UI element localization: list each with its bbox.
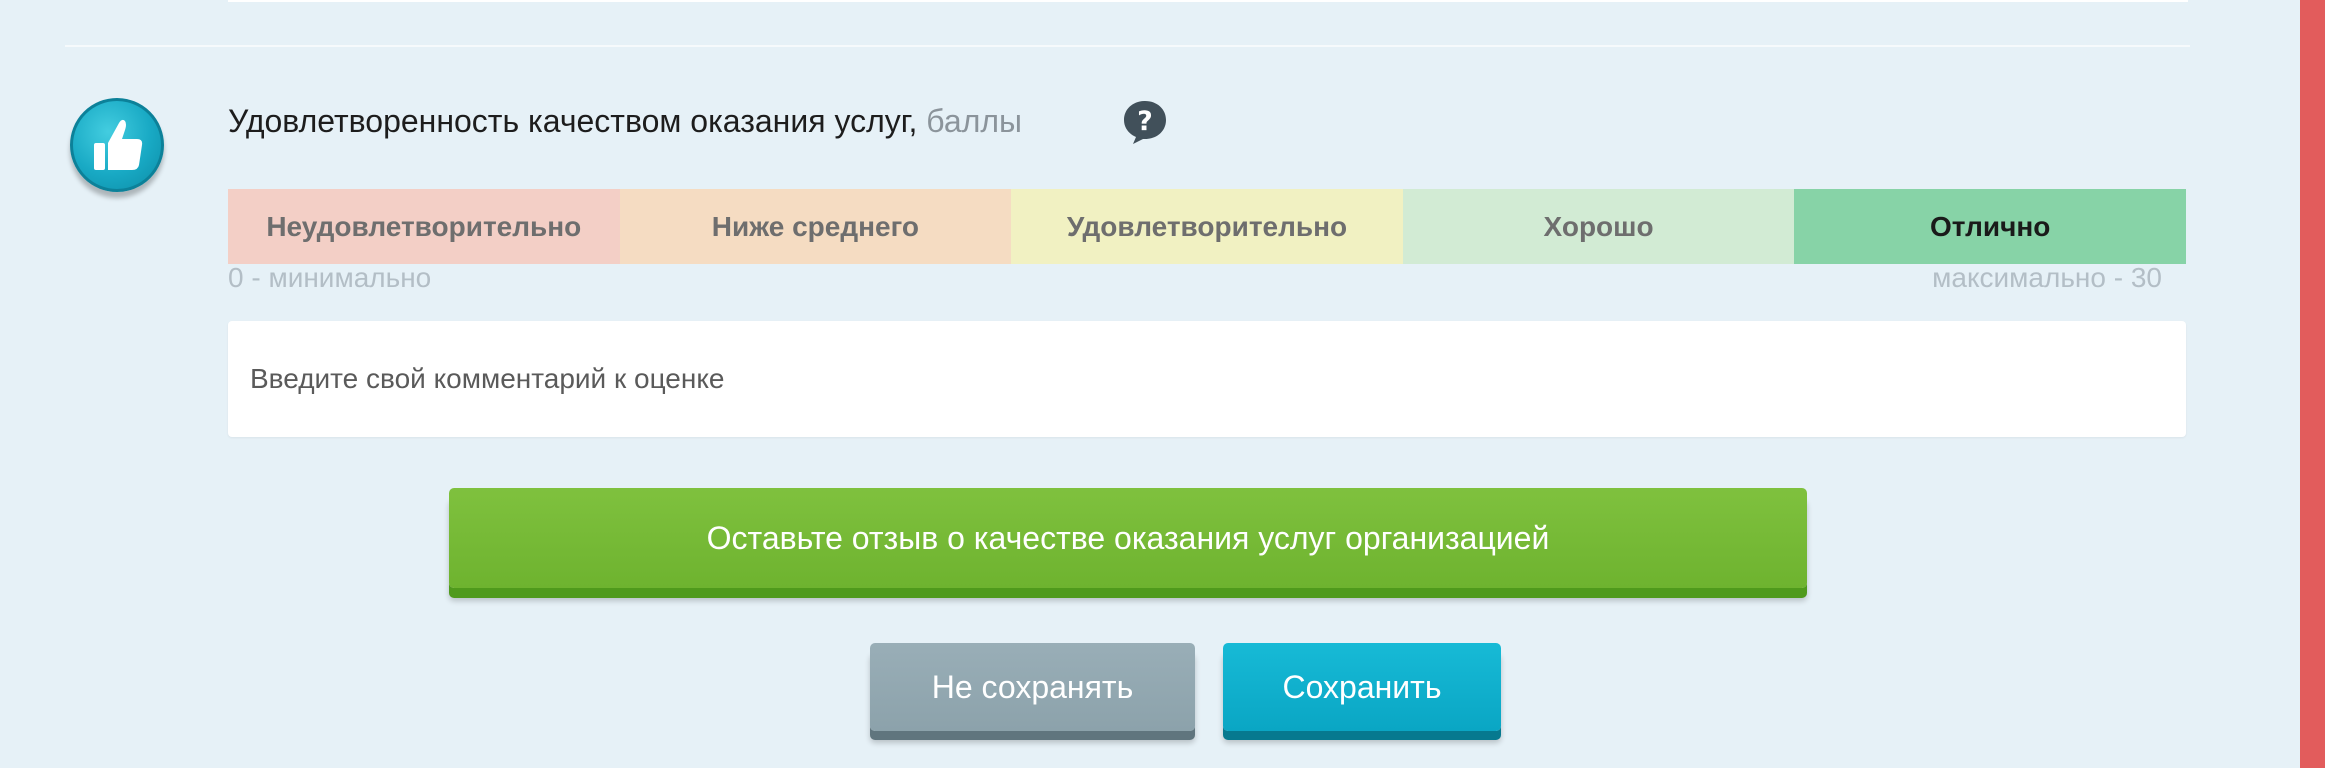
leave-feedback-button[interactable]: Оставьте отзыв о качестве оказания услуг… (449, 488, 1807, 588)
rating-scale: Неудовлетворительно Ниже среднего Удовлетв… (228, 189, 2186, 264)
rating-title-text: Удовлетворенность качеством оказания усл… (228, 103, 918, 139)
rating-option[interactable]: Хорошо (1402, 189, 1795, 264)
thumbs-up-icon (70, 98, 164, 192)
rating-option[interactable]: Отлично (1794, 189, 2186, 264)
scale-max-label: максимально - 30 (1932, 262, 2162, 293)
comment-input[interactable] (228, 321, 2186, 437)
scale-min-label: 0 - минимально (228, 262, 432, 293)
rating-option[interactable]: Удовлетворительно (1011, 189, 1403, 264)
rating-title: Удовлетворенность качеством оказания усл… (228, 103, 1022, 140)
svg-text:?: ? (1137, 106, 1153, 137)
save-button[interactable]: Сохранить (1223, 643, 1501, 731)
section-divider (65, 45, 2190, 47)
rating-option[interactable]: Ниже среднего (619, 189, 1012, 264)
cancel-button[interactable]: Не сохранять (870, 643, 1195, 731)
rating-unit: баллы (926, 103, 1023, 139)
rating-option[interactable]: Неудовлетворительно (228, 189, 620, 264)
side-edge-bar (2300, 0, 2325, 768)
rating-panel: Удовлетворенность качеством оказания усл… (0, 0, 2300, 768)
top-divider (228, 0, 2188, 2)
question-bubble-icon[interactable]: ? (1122, 99, 1168, 145)
